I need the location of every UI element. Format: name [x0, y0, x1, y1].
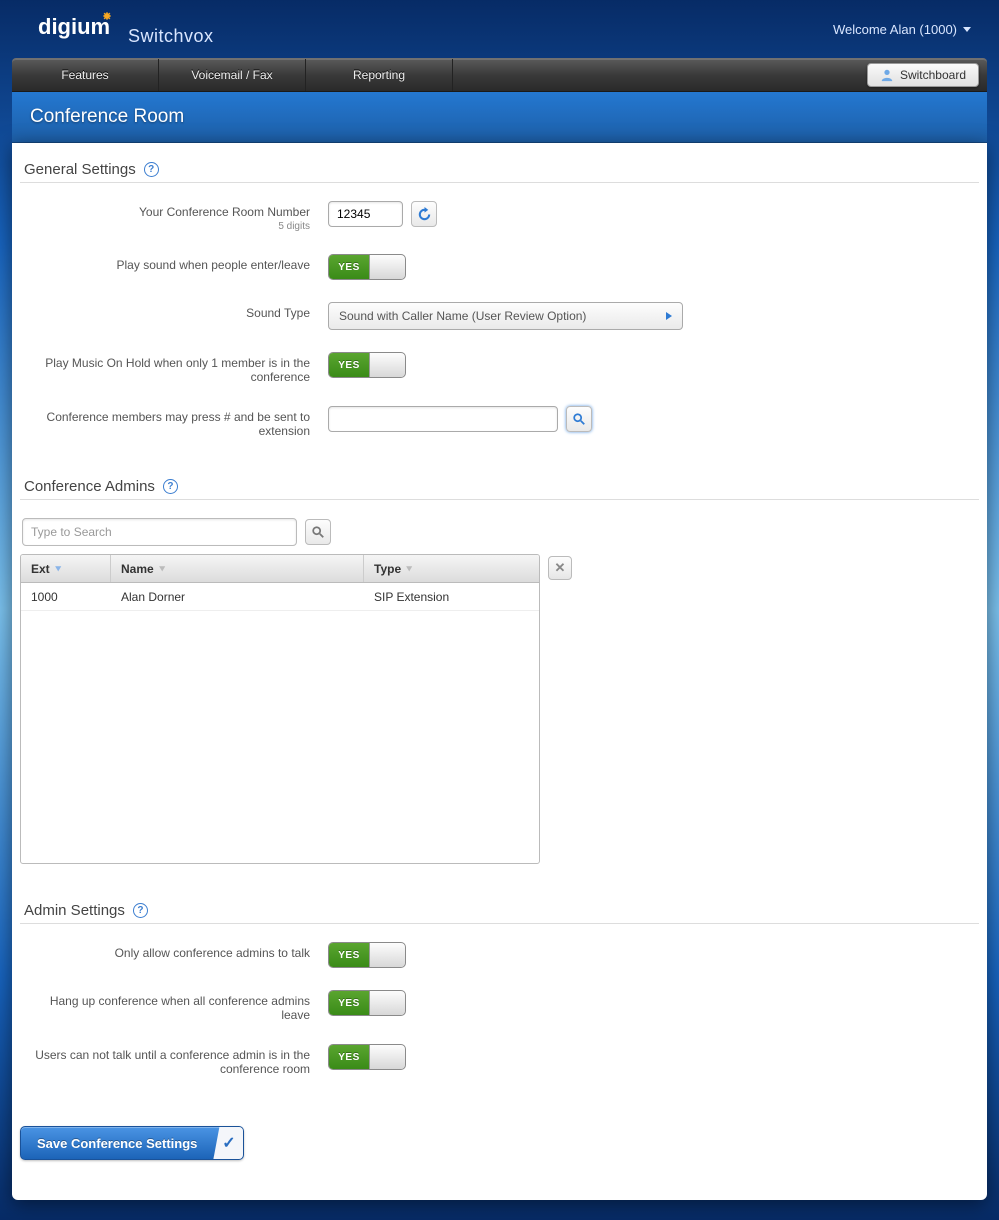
- table-row[interactable]: 1000 Alan Dorner SIP Extension: [21, 583, 539, 611]
- input-room-number[interactable]: [328, 201, 403, 227]
- save-button-label: Save Conference Settings: [21, 1128, 213, 1159]
- section-admin-settings: Admin Settings ?: [20, 902, 979, 924]
- label-mute-until-admin: Users can not talk until a conference ad…: [20, 1044, 328, 1076]
- help-icon[interactable]: ?: [144, 162, 159, 177]
- admins-search-button[interactable]: [305, 519, 331, 545]
- cell-ext: 1000: [21, 583, 111, 610]
- toggle-on-label: YES: [329, 353, 369, 377]
- search-icon: [311, 525, 325, 539]
- cell-type: SIP Extension: [364, 583, 539, 610]
- col-header-ext[interactable]: Ext ▾: [21, 555, 111, 582]
- toggle-knob: [369, 353, 405, 377]
- dropdown-value: Sound with Caller Name (User Review Opti…: [339, 309, 586, 323]
- toggle-only-admins-talk[interactable]: YES: [328, 942, 406, 968]
- close-icon: ✕: [555, 560, 566, 576]
- label-moh: Play Music On Hold when only 1 member is…: [20, 352, 328, 384]
- help-icon[interactable]: ?: [163, 479, 178, 494]
- dropdown-sound-type[interactable]: Sound with Caller Name (User Review Opti…: [328, 302, 683, 330]
- toggle-moh[interactable]: YES: [328, 352, 406, 378]
- toggle-mute-until-admin[interactable]: YES: [328, 1044, 406, 1070]
- main-navbar: Features Voicemail / Fax Reporting Switc…: [12, 58, 987, 92]
- toggle-knob: [369, 991, 405, 1015]
- nav-voicemail-fax[interactable]: Voicemail / Fax: [159, 59, 306, 91]
- lookup-extension-button[interactable]: [566, 406, 592, 432]
- sort-icon: ▾: [159, 563, 164, 574]
- nav-features[interactable]: Features: [12, 59, 159, 91]
- digium-logo-icon: digium: [38, 12, 122, 42]
- label-press-hash: Conference members may press # and be se…: [20, 406, 328, 438]
- toggle-on-label: YES: [329, 943, 369, 967]
- refresh-button[interactable]: [411, 201, 437, 227]
- label-hangup-when-leave: Hang up conference when all conference a…: [20, 990, 328, 1022]
- toggle-knob: [369, 1045, 405, 1069]
- nav-reporting[interactable]: Reporting: [306, 59, 453, 91]
- col-header-type[interactable]: Type ▾: [364, 555, 539, 582]
- label-room-number: Your Conference Room Number 5 digits: [20, 201, 328, 232]
- admins-search-input[interactable]: [22, 518, 297, 546]
- app-header: digium Switchvox Welcome Alan (1000): [0, 0, 999, 58]
- toggle-knob: [369, 255, 405, 279]
- toggle-on-label: YES: [329, 1045, 369, 1069]
- content-card: General Settings ? Your Conference Room …: [12, 143, 987, 1200]
- welcome-text: Welcome Alan (1000): [833, 22, 957, 37]
- section-general-settings: General Settings ?: [20, 161, 979, 183]
- label-play-sound: Play sound when people enter/leave: [20, 254, 328, 272]
- help-icon[interactable]: ?: [133, 903, 148, 918]
- cell-name: Alan Dorner: [111, 583, 364, 610]
- label-only-admins-talk: Only allow conference admins to talk: [20, 942, 328, 960]
- switchboard-label: Switchboard: [900, 68, 966, 82]
- toggle-knob: [369, 943, 405, 967]
- chevron-right-icon: [666, 312, 672, 320]
- section-conference-admins: Conference Admins ?: [20, 478, 979, 500]
- search-icon: [572, 412, 586, 426]
- welcome-user-menu[interactable]: Welcome Alan (1000): [833, 22, 971, 37]
- input-press-hash-extension[interactable]: [328, 406, 558, 432]
- label-sound-type: Sound Type: [20, 302, 328, 320]
- brand-logo: digium Switchvox: [38, 12, 214, 47]
- check-icon: ✓: [213, 1127, 243, 1159]
- brand-product: Switchvox: [128, 26, 214, 47]
- remove-admin-button[interactable]: ✕: [548, 556, 572, 580]
- toggle-play-sound[interactable]: YES: [328, 254, 406, 280]
- page-title: Conference Room: [12, 92, 987, 143]
- col-header-name[interactable]: Name ▾: [111, 555, 364, 582]
- toggle-on-label: YES: [329, 255, 369, 279]
- sort-icon: ▾: [407, 563, 412, 574]
- svg-text:digium: digium: [38, 14, 110, 39]
- toggle-on-label: YES: [329, 991, 369, 1015]
- caret-down-icon: [963, 27, 971, 32]
- admins-table: Ext ▾ Name ▾ Type ▾ 1000 Alan Do: [20, 554, 540, 864]
- save-conference-settings-button[interactable]: Save Conference Settings ✓: [20, 1126, 244, 1160]
- sort-icon: ▾: [55, 563, 60, 574]
- refresh-icon: [417, 207, 432, 222]
- person-icon: [880, 68, 894, 82]
- toggle-hangup-when-leave[interactable]: YES: [328, 990, 406, 1016]
- switchboard-button[interactable]: Switchboard: [867, 63, 979, 87]
